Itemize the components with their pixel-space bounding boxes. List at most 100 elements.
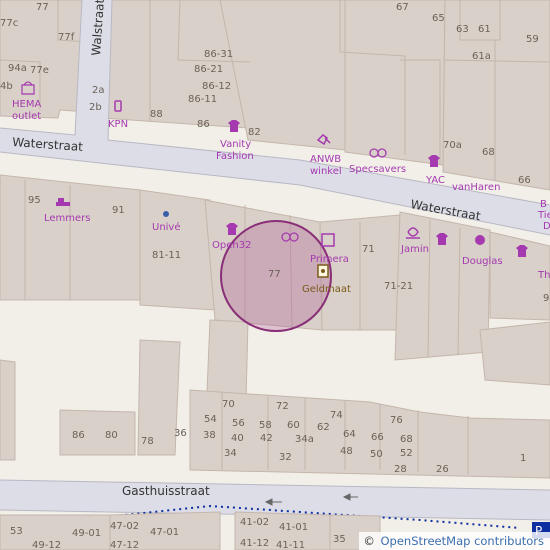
poi-specsavers[interactable]: Specsavers bbox=[349, 164, 406, 175]
poi-vanity-line1[interactable]: Vanity bbox=[220, 139, 251, 150]
house-number: 71-21 bbox=[384, 281, 413, 292]
house-number: 81-11 bbox=[152, 250, 181, 261]
house-number: 41-12 bbox=[240, 538, 269, 549]
house-number: 35 bbox=[333, 534, 346, 545]
house-number: 1 bbox=[520, 453, 526, 464]
house-number: 62 bbox=[317, 422, 330, 433]
house-number: 53 bbox=[10, 526, 23, 537]
house-number: 38 bbox=[203, 430, 216, 441]
house-number: 60 bbox=[287, 420, 300, 431]
house-number: 59 bbox=[526, 34, 539, 45]
house-number: 94a bbox=[8, 63, 27, 74]
house-number: 2a bbox=[92, 85, 105, 96]
house-number: 32 bbox=[279, 452, 292, 463]
house-number: 67 bbox=[396, 2, 409, 13]
poi-anwb-line2[interactable]: winkel bbox=[310, 166, 342, 177]
house-number: 86 bbox=[72, 430, 85, 441]
cosmetics-icon bbox=[475, 235, 485, 245]
poi-kpn[interactable]: KPN bbox=[108, 119, 128, 130]
house-number: 47-12 bbox=[110, 540, 139, 550]
house-number: 4b bbox=[0, 81, 13, 92]
openstreetmap-contributors-link[interactable]: OpenStreetMap contributors bbox=[380, 534, 544, 548]
house-number: 54 bbox=[204, 414, 217, 425]
house-number: 66 bbox=[371, 432, 384, 443]
poi-cut-right-2: Tie bbox=[537, 210, 550, 221]
street-label-gasthuisstraat: Gasthuisstraat bbox=[122, 484, 210, 498]
house-number: 56 bbox=[232, 418, 245, 429]
poi-geldmaat[interactable]: Geldmaat bbox=[302, 284, 351, 295]
poi-cut-right-3: D bbox=[543, 221, 550, 232]
map-view[interactable]: Waterstraat Waterstraat Walstraat Gasthu… bbox=[0, 0, 550, 550]
house-number: 86-31 bbox=[204, 49, 233, 60]
poi-lemmers[interactable]: Lemmers bbox=[44, 213, 91, 224]
house-number: 40 bbox=[231, 433, 244, 444]
house-number: 34a bbox=[295, 434, 314, 445]
house-number: 70a bbox=[443, 140, 462, 151]
house-number: 68 bbox=[400, 434, 413, 445]
house-number: 47-01 bbox=[150, 527, 179, 538]
poi-unive[interactable]: Univé bbox=[152, 221, 181, 233]
house-number: 72 bbox=[276, 401, 289, 412]
house-number: 86-12 bbox=[202, 81, 231, 92]
map-canvas: Waterstraat Waterstraat Walstraat Gasthu… bbox=[0, 0, 550, 550]
house-number: 2b bbox=[89, 102, 102, 113]
house-number: 41-01 bbox=[279, 522, 308, 533]
copyright-symbol: © bbox=[363, 534, 375, 548]
house-number: 77 bbox=[36, 2, 49, 13]
house-number: 49-01 bbox=[72, 528, 101, 539]
house-number: 95 bbox=[28, 195, 41, 206]
house-number: 91 bbox=[112, 205, 125, 216]
house-number: 66 bbox=[518, 175, 531, 186]
house-number: 70 bbox=[222, 399, 235, 410]
house-number: 68 bbox=[482, 147, 495, 158]
poi-yac[interactable]: YAC bbox=[425, 175, 445, 186]
house-number: 58 bbox=[259, 420, 272, 431]
poi-jamin[interactable]: Jamin bbox=[400, 244, 429, 255]
house-number: 52 bbox=[400, 448, 413, 459]
poi-vanharen[interactable]: vanHaren bbox=[452, 182, 500, 193]
house-number: 61 bbox=[478, 24, 491, 35]
poi-hema-line1[interactable]: HEMA bbox=[12, 99, 41, 110]
house-number: 76 bbox=[390, 415, 403, 426]
house-number: 86-21 bbox=[194, 64, 223, 75]
house-number: 77c bbox=[0, 18, 18, 29]
house-number: 63 bbox=[456, 24, 469, 35]
house-number: 86 bbox=[197, 119, 210, 130]
house-number: 49-12 bbox=[32, 540, 61, 550]
house-number: 36 bbox=[174, 428, 187, 439]
poi-hema-line2[interactable]: outlet bbox=[12, 111, 41, 122]
poi-open32[interactable]: Open32 bbox=[212, 240, 251, 251]
house-number: 41-11 bbox=[276, 540, 305, 550]
map-attribution: © OpenStreetMap contributors bbox=[359, 532, 550, 550]
house-number: 88 bbox=[150, 109, 163, 120]
poi-cut-right-4: Th bbox=[537, 270, 550, 281]
house-number: 65 bbox=[432, 13, 445, 24]
poi-douglas[interactable]: Douglas bbox=[462, 256, 503, 267]
house-number: 41-02 bbox=[240, 517, 269, 528]
house-number: 47-02 bbox=[110, 521, 139, 532]
house-number: 26 bbox=[436, 464, 449, 475]
house-number: 77e bbox=[30, 65, 49, 76]
poi-cut-right-1: B bbox=[540, 199, 547, 210]
poi-anwb-line1[interactable]: ANWB bbox=[310, 154, 341, 165]
house-number: 78 bbox=[141, 436, 154, 447]
house-number: 34 bbox=[224, 448, 237, 459]
atm-icon bbox=[317, 264, 329, 278]
house-number: 9 bbox=[543, 293, 549, 304]
house-number: 42 bbox=[260, 433, 273, 444]
house-number: 48 bbox=[340, 446, 353, 457]
house-number: 74 bbox=[330, 410, 343, 421]
house-number: 77f bbox=[58, 32, 75, 43]
house-number: 77 bbox=[268, 269, 281, 280]
house-number: 64 bbox=[343, 429, 356, 440]
poi-primera[interactable]: Primera bbox=[310, 254, 349, 265]
house-number: 86-11 bbox=[188, 94, 217, 105]
poi-vanity-line2[interactable]: Fashion bbox=[216, 151, 254, 162]
house-number: 61a bbox=[472, 51, 491, 62]
house-number: 50 bbox=[370, 449, 383, 460]
house-number: 71 bbox=[362, 244, 375, 255]
office-dot-icon bbox=[163, 211, 169, 217]
house-number: 80 bbox=[105, 430, 118, 441]
house-number: 28 bbox=[394, 464, 407, 475]
house-number: 82 bbox=[248, 127, 261, 138]
